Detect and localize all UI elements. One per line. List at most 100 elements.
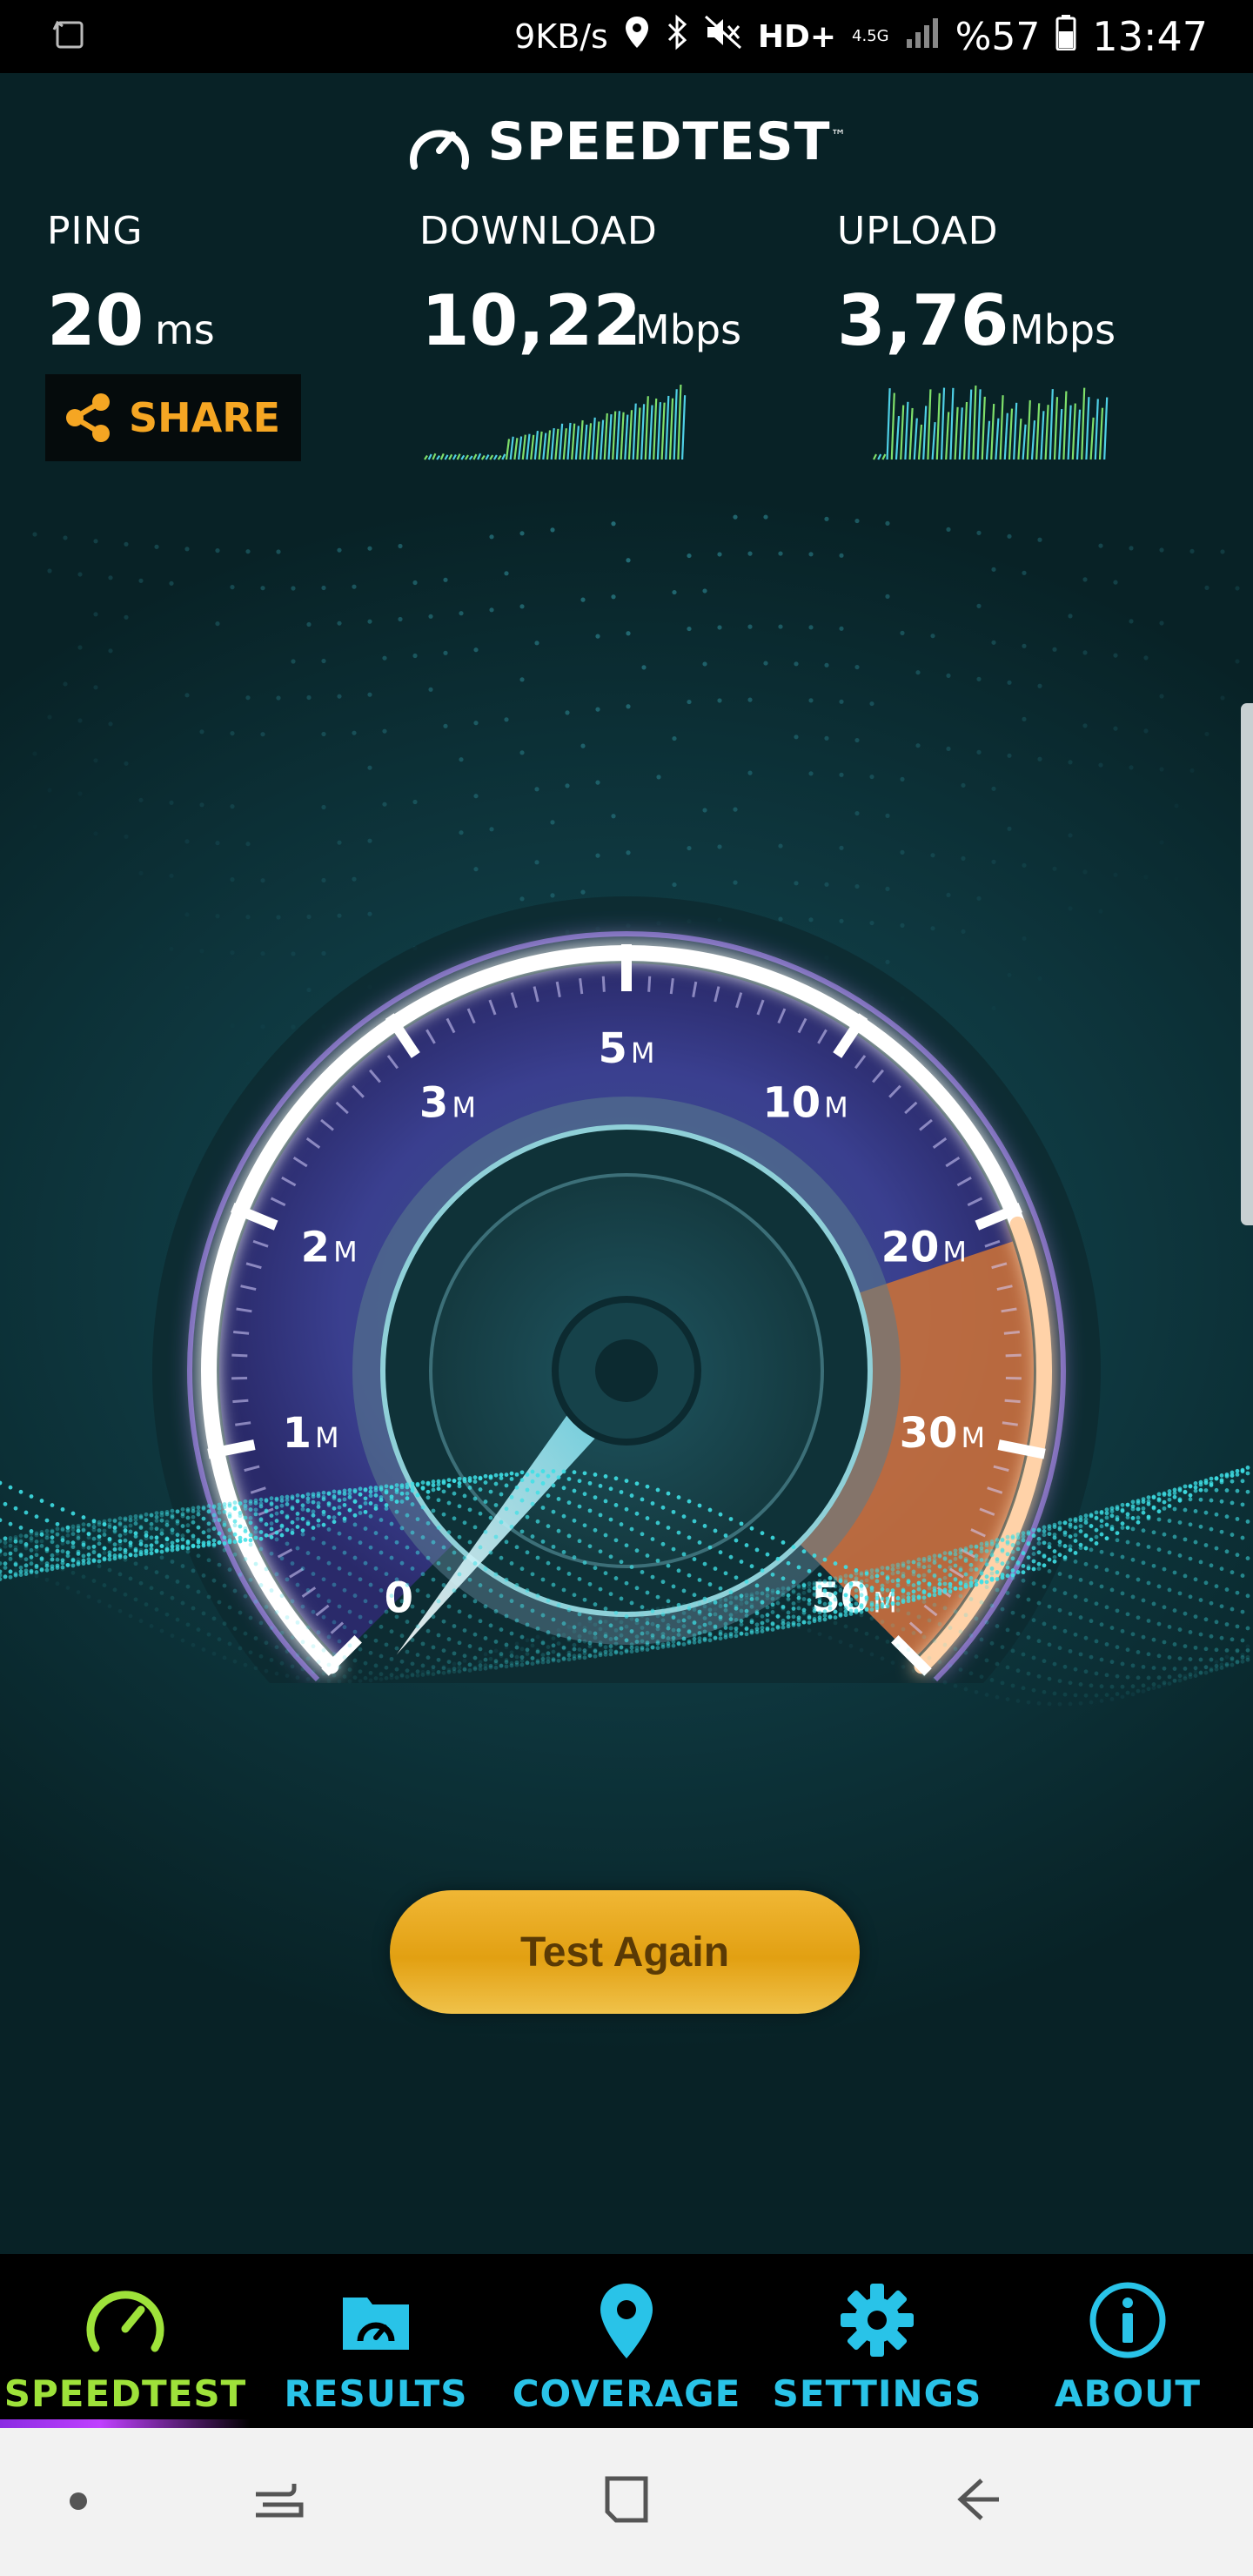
wave-dot [724, 1533, 728, 1538]
wave-dot [1084, 1598, 1089, 1602]
wave-dot [296, 1499, 300, 1503]
wave-dot [238, 1611, 243, 1615]
wave-dot [385, 1642, 389, 1647]
wave-dot [442, 1671, 446, 1675]
wave-dot [860, 1587, 864, 1591]
wave-dot [160, 1528, 164, 1533]
upload-sparkline-bar [1069, 406, 1071, 460]
wave-dot [379, 1588, 384, 1593]
wave-dot [233, 1523, 238, 1527]
share-button[interactable]: SHARE [45, 374, 301, 461]
upload-sparkline-bar [915, 419, 917, 460]
wave-dot [1074, 1539, 1078, 1543]
decor-dot [687, 627, 691, 631]
wave-dot [181, 1639, 185, 1643]
wave-dot [646, 1621, 650, 1626]
upload-sparkline-bar [937, 393, 940, 460]
download-sparkline-bar [564, 428, 566, 460]
upload-sparkline-bar [950, 388, 953, 460]
edge-panel-handle[interactable] [1241, 703, 1253, 1225]
wave-dot [479, 1546, 483, 1550]
decor-dot [1113, 727, 1117, 731]
wave-dot [682, 1624, 687, 1628]
wave-dot [1022, 1564, 1026, 1568]
wave-dot [416, 1517, 420, 1521]
back-button-icon[interactable] [948, 2472, 1004, 2527]
wave-dot [933, 1587, 937, 1591]
wave-dot [374, 1493, 379, 1498]
wave-dot [296, 1493, 300, 1498]
home-button-icon[interactable] [599, 2472, 654, 2527]
tab-results[interactable]: RESULTS [251, 2254, 501, 2428]
tab-settings[interactable]: SETTINGS [752, 2254, 1002, 2428]
wave-dot [943, 1576, 948, 1580]
wave-dot [578, 1655, 582, 1660]
wave-dot [948, 1560, 953, 1564]
wave-dot [562, 1647, 566, 1651]
tab-about[interactable]: ABOUT [1002, 2254, 1253, 2428]
wave-dot [9, 1554, 13, 1559]
wave-dot [1126, 1675, 1130, 1680]
wave-dot [1126, 1647, 1130, 1652]
wave-dot [546, 1632, 551, 1636]
wave-dot [1037, 1541, 1042, 1546]
wave-dot [1204, 1665, 1209, 1669]
tab-coverage[interactable]: COVERAGE [501, 2254, 752, 2428]
wave-dot [499, 1476, 504, 1480]
wave-dot [1142, 1511, 1146, 1515]
wave-dot [390, 1676, 394, 1680]
wave-dot [416, 1482, 420, 1486]
wave-dot [103, 1583, 107, 1587]
test-again-button[interactable]: Test Again [390, 1890, 860, 2014]
wave-dot [797, 1599, 801, 1603]
recent-apps-icon[interactable] [251, 2473, 306, 2529]
wave-dot [259, 1530, 264, 1534]
wave-dot [327, 1679, 332, 1683]
wave-dot [531, 1608, 535, 1613]
wave-dot [740, 1560, 744, 1564]
wave-dot [1225, 1587, 1230, 1592]
wave-dot [270, 1521, 274, 1526]
wave-dot [494, 1473, 499, 1478]
wave-dot [1105, 1605, 1109, 1609]
wave-dot [160, 1513, 164, 1518]
wave-dot [839, 1575, 843, 1580]
upload-sparkline-bar [1036, 403, 1039, 460]
wave-dot [682, 1589, 687, 1593]
wave-dot [442, 1583, 446, 1587]
wave-dot [134, 1518, 138, 1522]
wave-dot [155, 1570, 159, 1574]
wave-dot [567, 1608, 572, 1613]
wave-dot [1069, 1649, 1073, 1654]
wave-dot [197, 1553, 201, 1558]
wave-dot [338, 1680, 342, 1684]
wave-dot [609, 1518, 613, 1522]
wave-dot [270, 1502, 274, 1506]
wave-dot [233, 1627, 238, 1631]
wave-dot [740, 1593, 744, 1598]
wave-dot [552, 1636, 556, 1640]
wave-dot [1225, 1474, 1230, 1479]
wave-dot [24, 1511, 29, 1515]
wave-dot [1241, 1660, 1245, 1664]
network-gen: 4.5G [852, 28, 889, 45]
wave-dot [1027, 1701, 1031, 1705]
wave-dot [520, 1529, 525, 1533]
wave-dot [218, 1511, 222, 1515]
nav-dot-icon[interactable] [68, 2491, 89, 2512]
wave-dot [625, 1625, 629, 1629]
wave-dot [745, 1596, 749, 1600]
tab-speedtest[interactable]: SPEEDTEST [0, 2254, 251, 2428]
wave-dot [802, 1597, 807, 1601]
wave-dot [285, 1577, 290, 1581]
wave-dot [1157, 1518, 1162, 1522]
wave-dot [802, 1612, 807, 1616]
wave-dot [860, 1573, 864, 1577]
wave-dot [3, 1575, 8, 1580]
wave-dot [92, 1528, 97, 1533]
wave-dot [30, 1494, 34, 1499]
wave-dot [1147, 1545, 1151, 1549]
wave-dot [108, 1522, 112, 1526]
wave-dot [505, 1484, 509, 1488]
wave-dot [212, 1513, 217, 1518]
